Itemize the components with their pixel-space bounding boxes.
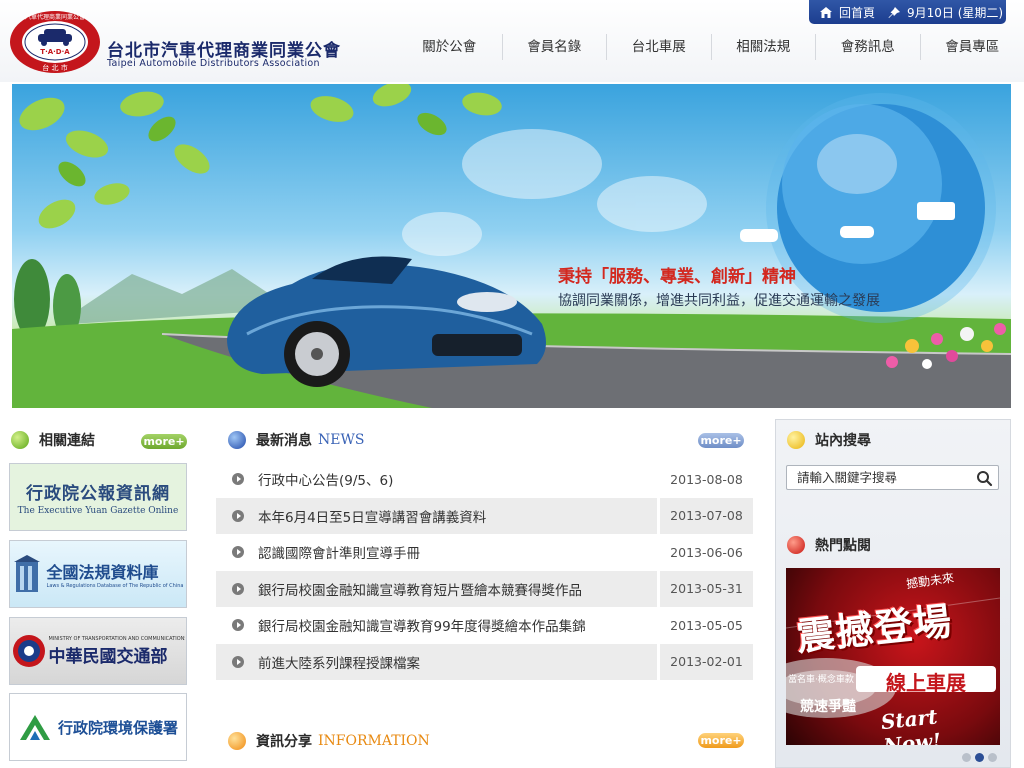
news-title-cn: 最新消息 bbox=[256, 433, 312, 449]
banner-illustration bbox=[12, 84, 1011, 408]
carousel-dot[interactable] bbox=[962, 753, 971, 762]
building-icon bbox=[13, 555, 40, 592]
news-heading: 最新消息 NEWS bbox=[228, 430, 364, 450]
hot-heading: 熱門點閱 bbox=[787, 535, 871, 555]
news-list: 行政中心公告(9/5、6) 2013-08-08 本年6月4日至5日宣導講習會講… bbox=[216, 461, 753, 680]
link-laws-database[interactable]: 全國法規資料庫 Laws & Regulations Database of T… bbox=[9, 540, 187, 608]
hot-title: 熱門點閱 bbox=[815, 538, 871, 554]
pin-icon bbox=[888, 6, 901, 18]
carousel-dot[interactable] bbox=[988, 753, 997, 762]
links-heading: 相關連結 bbox=[11, 430, 95, 450]
arrow-bullet-icon bbox=[232, 582, 244, 595]
home-link[interactable]: 回首頁 bbox=[839, 4, 875, 21]
link-executive-yuan-gazette[interactable]: 行政院公報資訊網 The Executive Yuan Gazette Onli… bbox=[9, 463, 187, 531]
news-more-button[interactable]: more+ bbox=[698, 433, 744, 448]
nav-members[interactable]: 會員名錄 bbox=[501, 34, 607, 60]
news-item-date: 2013-02-01 bbox=[657, 643, 753, 680]
news-item-title[interactable]: 認識國際會計準則宣導手冊 bbox=[258, 542, 420, 562]
news-row[interactable]: 銀行局校園金融知識宣導教育短片暨繪本競賽得獎作品 2013-05-31 bbox=[216, 570, 753, 607]
carousel-dot-active[interactable] bbox=[975, 753, 984, 762]
news-item-title[interactable]: 銀行局校園金融知識宣導教育短片暨繪本競賽得獎作品 bbox=[258, 579, 582, 599]
news-item-title[interactable]: 前進大陸系列課程授課檔案 bbox=[258, 652, 420, 672]
green-bullet-icon bbox=[11, 431, 29, 449]
news-item-date: 2013-05-05 bbox=[657, 607, 753, 644]
nav-news[interactable]: 會務訊息 bbox=[815, 34, 920, 60]
orange-bullet-icon bbox=[228, 732, 246, 750]
seal-bottom-text: 台 北 市 bbox=[42, 63, 67, 72]
carousel-dots bbox=[962, 753, 997, 762]
seal-mid-text: T·A·D·A bbox=[40, 48, 70, 56]
info-more-button[interactable]: more+ bbox=[698, 733, 744, 748]
news-row[interactable]: 認識國際會計準則宣導手冊 2013-06-06 bbox=[216, 534, 753, 571]
link-gazette-subtitle: The Executive Yuan Gazette Online bbox=[17, 505, 179, 516]
news-item-date: 2013-06-06 bbox=[657, 534, 753, 571]
arrow-bullet-icon bbox=[232, 546, 244, 559]
main-nav: 關於公會 會員名錄 台北車展 相關法規 會務訊息 會員專區 bbox=[397, 34, 1024, 60]
hero-banner: 秉持「服務、專業、創新」精神 協調同業關係，增進共同利益，促進交通運輸之發展 bbox=[12, 84, 1011, 408]
link-laws-subtitle: Laws & Regulations Database of The Repub… bbox=[46, 583, 184, 589]
link-ministry-title: 中華民國交通部 bbox=[48, 646, 168, 667]
links-title: 相關連結 bbox=[39, 433, 95, 449]
info-title-cn: 資訊分享 bbox=[256, 734, 312, 750]
arrow-bullet-icon bbox=[232, 655, 244, 668]
epa-logo-icon bbox=[19, 715, 50, 740]
blue-bullet-icon bbox=[228, 431, 246, 449]
news-item-title[interactable]: 本年6月4日至5日宣導講習會講義資料 bbox=[258, 506, 486, 526]
news-row[interactable]: 銀行局校園金融知識宣導教育99年度得獎繪本作品集錦 2013-05-05 bbox=[216, 607, 753, 644]
nav-about[interactable]: 關於公會 bbox=[397, 34, 502, 60]
yellow-bullet-icon bbox=[787, 431, 805, 449]
hot-ad-banner[interactable]: 撼動未來 震撼登場 線上車展 當名車‧概念車款 競速爭豔 Start Now! bbox=[786, 568, 1000, 745]
news-item-title[interactable]: 銀行局校園金融知識宣導教育99年度得獎繪本作品集錦 bbox=[258, 615, 586, 635]
news-item-date: 2013-07-08 bbox=[657, 497, 753, 534]
link-laws-title: 全國法規資料庫 bbox=[46, 563, 159, 582]
ad-line2: 當名車‧概念車款 bbox=[788, 675, 854, 685]
ad-line3: 競速爭豔 bbox=[800, 699, 856, 715]
association-seal-logo: T·A·D·A 汽車代理商業同業公會 台 北 市 bbox=[10, 11, 100, 73]
current-date: 9月10日 (星期二) bbox=[907, 5, 1004, 20]
site-header: T·A·D·A 汽車代理商業同業公會 台 北 市 台北市汽車代理商業同業公會 T… bbox=[0, 0, 1024, 82]
link-epa[interactable]: 行政院環境保護署 bbox=[9, 693, 187, 761]
banner-subslogan: 協調同業關係，增進共同利益，促進交通運輸之發展 bbox=[558, 293, 880, 309]
link-gazette-title: 行政院公報資訊網 bbox=[26, 483, 170, 504]
search-title: 站內搜尋 bbox=[815, 433, 871, 449]
news-item-title[interactable]: 行政中心公告(9/5、6) bbox=[258, 469, 393, 489]
seal-top-text: 汽車代理商業同業公會 bbox=[25, 13, 85, 21]
banner-slogan: 秉持「服務、專業、創新」精神 bbox=[558, 267, 796, 287]
news-row[interactable]: 本年6月4日至5日宣導講習會講義資料 2013-07-08 bbox=[216, 497, 753, 534]
arrow-bullet-icon bbox=[232, 473, 244, 486]
red-bullet-icon bbox=[787, 536, 805, 554]
arrow-bullet-icon bbox=[232, 509, 244, 522]
news-item-date: 2013-08-08 bbox=[657, 461, 753, 498]
news-item-date: 2013-05-31 bbox=[657, 570, 753, 607]
site-logo[interactable]: T·A·D·A 汽車代理商業同業公會 台 北 市 台北市汽車代理商業同業公會 T… bbox=[8, 10, 348, 74]
news-row[interactable]: 前進大陸系列課程授課檔案 2013-02-01 bbox=[216, 643, 753, 680]
news-title-en: NEWS bbox=[318, 432, 365, 448]
search-input[interactable] bbox=[787, 466, 972, 489]
utility-bar: 回首頁 9月10日 (星期二) bbox=[809, 0, 1006, 24]
links-more-button[interactable]: more+ bbox=[141, 434, 187, 449]
nav-regulations[interactable]: 相關法規 bbox=[710, 34, 816, 60]
news-row[interactable]: 行政中心公告(9/5、6) 2013-08-08 bbox=[216, 461, 753, 498]
arrow-bullet-icon bbox=[232, 619, 244, 632]
info-heading: 資訊分享 INFORMATION bbox=[228, 731, 430, 751]
ad-tag: 線上車展 bbox=[886, 671, 966, 695]
link-ministry-subtitle: MINISTRY OF TRANSPORTATION AND COMMUNICA… bbox=[48, 635, 185, 642]
search-heading: 站內搜尋 bbox=[787, 430, 871, 450]
nav-member-area[interactable]: 會員專區 bbox=[919, 34, 1024, 60]
nav-auto-show[interactable]: 台北車展 bbox=[606, 34, 711, 60]
ministry-emblem-icon bbox=[12, 635, 45, 667]
info-title-en: INFORMATION bbox=[318, 733, 430, 749]
link-epa-title: 行政院環境保護署 bbox=[57, 718, 178, 737]
search-box bbox=[786, 465, 999, 490]
home-icon[interactable] bbox=[819, 6, 833, 19]
org-name-en: Taipei Automobile Distributors Associati… bbox=[107, 58, 320, 69]
link-ministry-transportation[interactable]: MINISTRY OF TRANSPORTATION AND COMMUNICA… bbox=[9, 617, 187, 685]
search-icon[interactable] bbox=[972, 467, 998, 489]
